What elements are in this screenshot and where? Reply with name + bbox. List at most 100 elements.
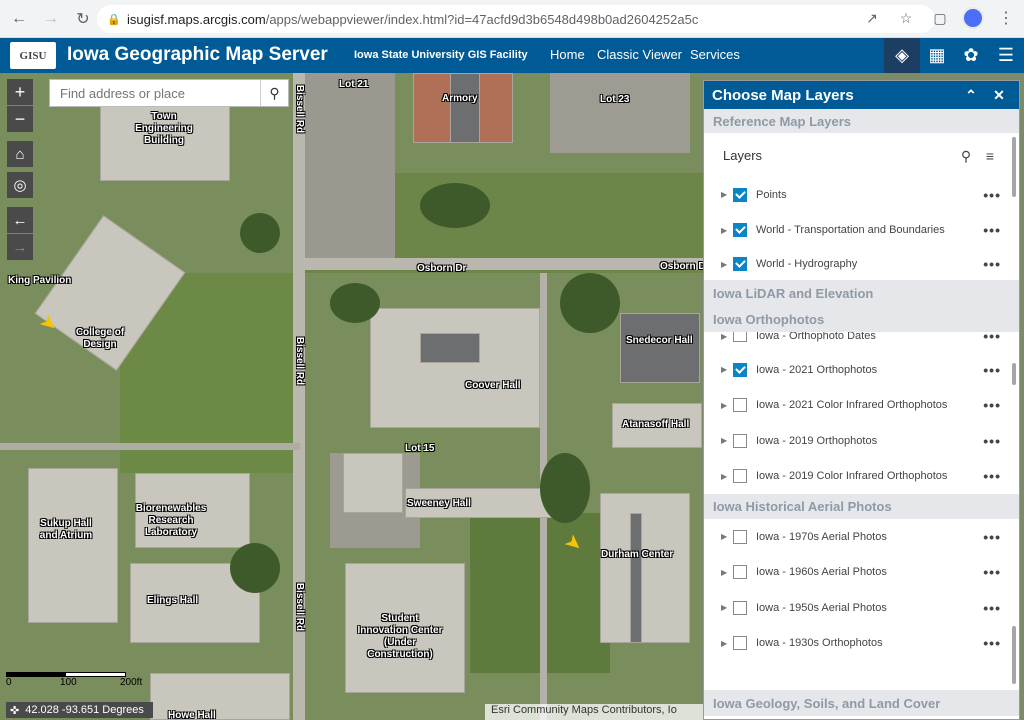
- expand-icon[interactable]: ▶: [721, 603, 731, 612]
- layer-checkbox[interactable]: [733, 600, 747, 615]
- group-header-geology[interactable]: Iowa Geology, Soils, and Land Cover: [704, 690, 1019, 716]
- reload-icon[interactable]: ↻: [70, 6, 96, 32]
- more-options-icon[interactable]: •••: [983, 635, 1001, 651]
- search-icon[interactable]: ⚲: [260, 80, 288, 106]
- layer-checkbox[interactable]: [733, 332, 747, 342]
- forward-icon[interactable]: →: [38, 6, 64, 32]
- hamburger-menu-icon[interactable]: ☰: [988, 38, 1024, 73]
- expand-icon[interactable]: ▶: [721, 226, 731, 235]
- layer-row[interactable]: ▶ Iowa - 1960s Aerial Photos •••: [704, 555, 1019, 591]
- close-icon[interactable]: ✕: [989, 85, 1009, 105]
- layer-checkbox[interactable]: [733, 565, 747, 580]
- layer-name: Iowa - 2021 Color Infrared Orthophotos: [756, 399, 948, 412]
- star-icon[interactable]: ☆: [894, 6, 918, 30]
- group-header-lidar[interactable]: Iowa LiDAR and Elevation: [704, 280, 1019, 306]
- tree: [560, 273, 620, 333]
- expand-icon[interactable]: ▶: [721, 365, 731, 374]
- expand-icon[interactable]: ▶: [721, 436, 731, 445]
- layers-icon[interactable]: ◈: [884, 38, 920, 73]
- map-label: Lot 21: [339, 79, 369, 90]
- expand-icon[interactable]: ▶: [721, 332, 731, 341]
- layer-row[interactable]: ▶ Iowa - 2021 Orthophotos •••: [704, 352, 1019, 388]
- group-header-reference[interactable]: Reference Map Layers: [704, 109, 1019, 133]
- previous-extent-icon[interactable]: ←: [7, 207, 33, 233]
- layer-row[interactable]: ▶ Iowa - 1970s Aerial Photos •••: [704, 519, 1019, 555]
- layer-row[interactable]: ▶ Iowa - 2019 Orthophotos •••: [704, 423, 1019, 459]
- layer-row[interactable]: ▶ Iowa - Orthophoto Dates •••: [704, 332, 1019, 352]
- layer-row[interactable]: ▶ Iowa - 1950s Aerial Photos •••: [704, 590, 1019, 626]
- menu-kebab-icon[interactable]: ⋮: [994, 6, 1018, 30]
- more-options-icon[interactable]: •••: [983, 397, 1001, 413]
- layer-name: Points: [756, 188, 787, 201]
- more-options-icon[interactable]: •••: [983, 433, 1001, 449]
- expand-icon[interactable]: ▶: [721, 190, 731, 199]
- building-lot15-structure: [343, 453, 403, 513]
- expand-icon[interactable]: ▶: [721, 532, 731, 541]
- tree: [330, 283, 380, 323]
- lock-icon: 🔒: [107, 14, 121, 26]
- collapse-icon[interactable]: ⌃: [961, 85, 981, 105]
- layer-checkbox[interactable]: [733, 187, 747, 202]
- layer-row[interactable]: ▶ Iowa - 1930s Orthophotos •••: [704, 626, 1019, 662]
- search-icon[interactable]: ⚲: [957, 147, 975, 165]
- scrollbar-thumb[interactable]: [1012, 363, 1016, 385]
- coordinate-display[interactable]: ✜ 42.028 -93.651 Degrees: [6, 702, 153, 718]
- building-sukup-hall: [28, 468, 118, 623]
- layer-checkbox[interactable]: [733, 398, 747, 413]
- map-label: Bissell Rd: [294, 84, 306, 134]
- layer-row[interactable]: ▶ Iowa - 2019 Color Infrared Orthophotos…: [704, 459, 1019, 495]
- map-label: Sweeney Hall: [407, 498, 471, 509]
- group-header-orthophotos[interactable]: Iowa Orthophotos: [704, 306, 1019, 332]
- locate-icon[interactable]: ◎: [7, 172, 33, 198]
- layer-row[interactable]: ▶ Points •••: [704, 177, 1019, 213]
- map-label: Coover Hall: [465, 380, 521, 391]
- next-extent-icon[interactable]: →: [7, 234, 33, 260]
- layer-checkbox[interactable]: [733, 223, 747, 238]
- link-services[interactable]: Services: [690, 47, 740, 62]
- expand-icon[interactable]: ▶: [721, 568, 731, 577]
- sidepanel-icon[interactable]: ▢: [928, 6, 952, 30]
- profile-avatar[interactable]: [962, 7, 984, 29]
- expand-icon[interactable]: ▶: [721, 639, 731, 648]
- address-bar[interactable]: 🔒 isugisf.maps.arcgis.com /apps/webappvi…: [97, 5, 935, 33]
- more-options-icon[interactable]: •••: [983, 529, 1001, 545]
- more-options-icon[interactable]: •••: [983, 564, 1001, 580]
- more-options-icon[interactable]: •••: [983, 222, 1001, 238]
- share-icon[interactable]: ↗: [860, 6, 884, 30]
- scrollbar-thumb[interactable]: [1012, 626, 1016, 684]
- expand-icon[interactable]: ▶: [721, 401, 731, 410]
- layer-checkbox[interactable]: [733, 469, 747, 484]
- more-options-icon[interactable]: •••: [983, 187, 1001, 203]
- layer-row[interactable]: ▶ World - Transportation and Boundaries …: [704, 213, 1019, 249]
- layer-checkbox[interactable]: [733, 257, 747, 271]
- group-header-historical[interactable]: Iowa Historical Aerial Photos: [704, 494, 1019, 519]
- layer-checkbox[interactable]: [733, 362, 747, 377]
- filter-list-icon[interactable]: ≡: [981, 147, 999, 165]
- expand-icon[interactable]: ▶: [721, 472, 731, 481]
- layer-checkbox[interactable]: [733, 433, 747, 448]
- zoom-out-button[interactable]: −: [7, 106, 33, 132]
- layer-name: Iowa - Orthophoto Dates: [756, 332, 876, 342]
- app-subtitle: Iowa State University GIS Facility: [354, 49, 528, 61]
- map-attribution: Esri Community Maps Contributors, Io: [485, 704, 703, 720]
- layer-row[interactable]: ▶ Iowa - 2021 Color Infrared Orthophotos…: [704, 388, 1019, 424]
- layer-row[interactable]: ▶ World - Hydrography •••: [704, 248, 1019, 280]
- more-options-icon[interactable]: •••: [983, 256, 1001, 272]
- layer-checkbox[interactable]: [733, 529, 747, 544]
- more-options-icon[interactable]: •••: [983, 332, 1001, 344]
- expand-icon[interactable]: ▶: [721, 260, 731, 269]
- layer-checkbox[interactable]: [733, 636, 747, 651]
- more-options-icon[interactable]: •••: [983, 468, 1001, 484]
- link-home[interactable]: Home: [550, 47, 585, 62]
- scale-label-zero: 0: [6, 677, 12, 688]
- basemap-gallery-icon[interactable]: ▦: [919, 38, 955, 73]
- search-input[interactable]: [50, 85, 260, 101]
- more-options-icon[interactable]: •••: [983, 600, 1001, 616]
- scrollbar-thumb[interactable]: [1012, 137, 1016, 197]
- link-classic-viewer[interactable]: Classic Viewer: [597, 47, 682, 62]
- about-icon[interactable]: ✿: [953, 38, 989, 73]
- more-options-icon[interactable]: •••: [983, 362, 1001, 378]
- home-icon[interactable]: ⌂: [7, 141, 33, 167]
- zoom-in-button[interactable]: +: [7, 79, 33, 105]
- back-icon[interactable]: ←: [6, 6, 32, 32]
